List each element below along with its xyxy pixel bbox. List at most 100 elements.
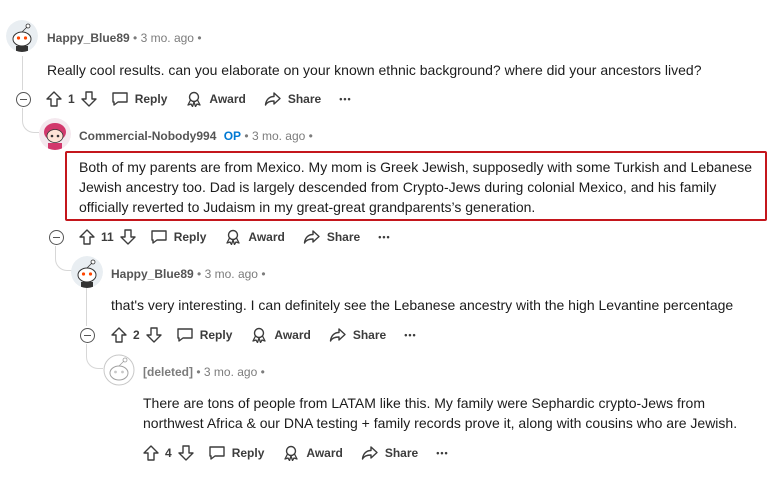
comment-body: Both of my parents are from Mexico. My m… xyxy=(79,159,753,215)
separator: • xyxy=(197,267,202,281)
reply-icon xyxy=(176,328,193,342)
separator: • xyxy=(244,129,249,143)
share-label: Share xyxy=(352,328,387,342)
downvote-icon[interactable] xyxy=(145,327,162,343)
comment-meta: Happy_Blue89 • 3 mo. ago • xyxy=(111,267,266,281)
share-button[interactable]: Share xyxy=(329,327,386,343)
vote-group: 4 xyxy=(143,445,194,461)
reply-label: Reply xyxy=(199,328,233,342)
vote-group: 11 xyxy=(79,229,136,245)
share-button[interactable]: Share xyxy=(303,229,360,245)
comment-actions: 2 Reply Award Share ••• xyxy=(111,323,435,347)
timestamp[interactable]: 3 mo. ago xyxy=(141,31,194,45)
username[interactable]: Happy_Blue89 xyxy=(47,31,130,45)
username[interactable]: Happy_Blue89 xyxy=(111,267,194,281)
upvote-icon[interactable] xyxy=(143,445,159,461)
award-label: Award xyxy=(306,446,343,460)
more-icon[interactable]: ••• xyxy=(436,448,448,458)
share-button[interactable]: Share xyxy=(264,91,321,107)
snoo-avatar-icon xyxy=(6,20,38,52)
snoo-avatar-icon xyxy=(71,256,103,288)
separator: • xyxy=(261,267,266,281)
reply-label: Reply xyxy=(231,446,265,460)
comment-meta: Happy_Blue89 • 3 mo. ago • xyxy=(47,31,202,45)
collapse-icon[interactable] xyxy=(80,328,95,343)
reply-icon xyxy=(111,92,128,106)
vote-count: 1 xyxy=(68,92,75,106)
more-icon[interactable]: ••• xyxy=(404,330,416,340)
more-icon[interactable]: ••• xyxy=(378,232,390,242)
reply-button[interactable]: Reply xyxy=(208,445,265,461)
award-button[interactable]: Award xyxy=(224,229,285,245)
more-icon[interactable]: ••• xyxy=(339,94,351,104)
thread-line xyxy=(86,344,103,369)
share-button[interactable]: Share xyxy=(361,445,418,461)
comment-body: Really cool results. can you elaborate o… xyxy=(47,62,702,78)
separator: • xyxy=(308,129,313,143)
avatar xyxy=(103,354,135,386)
award-label: Award xyxy=(274,328,311,342)
downvote-icon[interactable] xyxy=(119,229,136,245)
username[interactable]: Commercial-Nobody994 xyxy=(79,129,216,143)
share-icon xyxy=(361,446,378,460)
vote-group: 2 xyxy=(111,327,162,343)
award-button[interactable]: Award xyxy=(250,327,311,343)
thread-line xyxy=(22,108,39,133)
separator: • xyxy=(133,31,138,45)
comment-body: There are tons of people from LATAM like… xyxy=(143,395,738,431)
collapse-icon[interactable] xyxy=(49,230,64,245)
share-icon xyxy=(329,328,346,342)
share-label: Share xyxy=(287,92,322,106)
downvote-icon[interactable] xyxy=(177,445,194,461)
snoo-avatar-icon xyxy=(39,118,71,150)
reply-icon xyxy=(150,230,167,244)
avatar[interactable] xyxy=(39,118,71,150)
award-icon xyxy=(226,229,241,245)
avatar[interactable] xyxy=(71,256,103,288)
share-label: Share xyxy=(384,446,419,460)
reply-label: Reply xyxy=(134,92,168,106)
comment-actions: 1 Reply Award Share ••• xyxy=(46,87,370,111)
separator: • xyxy=(197,31,202,45)
separator: • xyxy=(260,365,265,379)
reply-button[interactable]: Reply xyxy=(176,327,233,343)
comment-meta: Commercial-Nobody994 OP • 3 mo. ago • xyxy=(79,129,313,143)
upvote-icon[interactable] xyxy=(79,229,95,245)
timestamp[interactable]: 3 mo. ago xyxy=(252,129,305,143)
share-icon xyxy=(303,230,320,244)
reply-button[interactable]: Reply xyxy=(150,229,207,245)
op-badge: OP xyxy=(223,129,242,143)
downvote-icon[interactable] xyxy=(80,91,97,107)
timestamp[interactable]: 3 mo. ago xyxy=(204,365,257,379)
share-icon xyxy=(264,92,281,106)
collapse-icon[interactable] xyxy=(16,92,31,107)
thread-line xyxy=(22,56,23,90)
comment-actions: 4 Reply Award Share ••• xyxy=(143,441,467,465)
award-icon xyxy=(252,327,267,343)
reply-icon xyxy=(208,446,225,460)
vote-count: 4 xyxy=(165,446,172,460)
upvote-icon[interactable] xyxy=(46,91,62,107)
avatar[interactable] xyxy=(6,20,38,52)
reply-label: Reply xyxy=(173,230,207,244)
comment-body: that's very interesting. I can definitel… xyxy=(111,297,734,313)
comment-actions: 11 Reply Award Share ••• xyxy=(79,225,409,249)
award-button[interactable]: Award xyxy=(282,445,343,461)
upvote-icon[interactable] xyxy=(111,327,127,343)
timestamp[interactable]: 3 mo. ago xyxy=(205,267,258,281)
vote-count: 11 xyxy=(101,230,114,244)
award-label: Award xyxy=(248,230,285,244)
award-label: Award xyxy=(209,92,246,106)
thread-line xyxy=(55,246,72,271)
award-button[interactable]: Award xyxy=(185,91,246,107)
award-icon xyxy=(284,445,299,461)
separator: • xyxy=(196,365,201,379)
vote-count: 2 xyxy=(133,328,140,342)
comment-meta: [deleted] • 3 mo. ago • xyxy=(143,365,265,379)
share-label: Share xyxy=(326,230,361,244)
award-icon xyxy=(187,91,202,107)
reply-button[interactable]: Reply xyxy=(111,91,168,107)
username: [deleted] xyxy=(143,365,194,379)
thread-line xyxy=(86,288,87,326)
vote-group: 1 xyxy=(46,91,97,107)
